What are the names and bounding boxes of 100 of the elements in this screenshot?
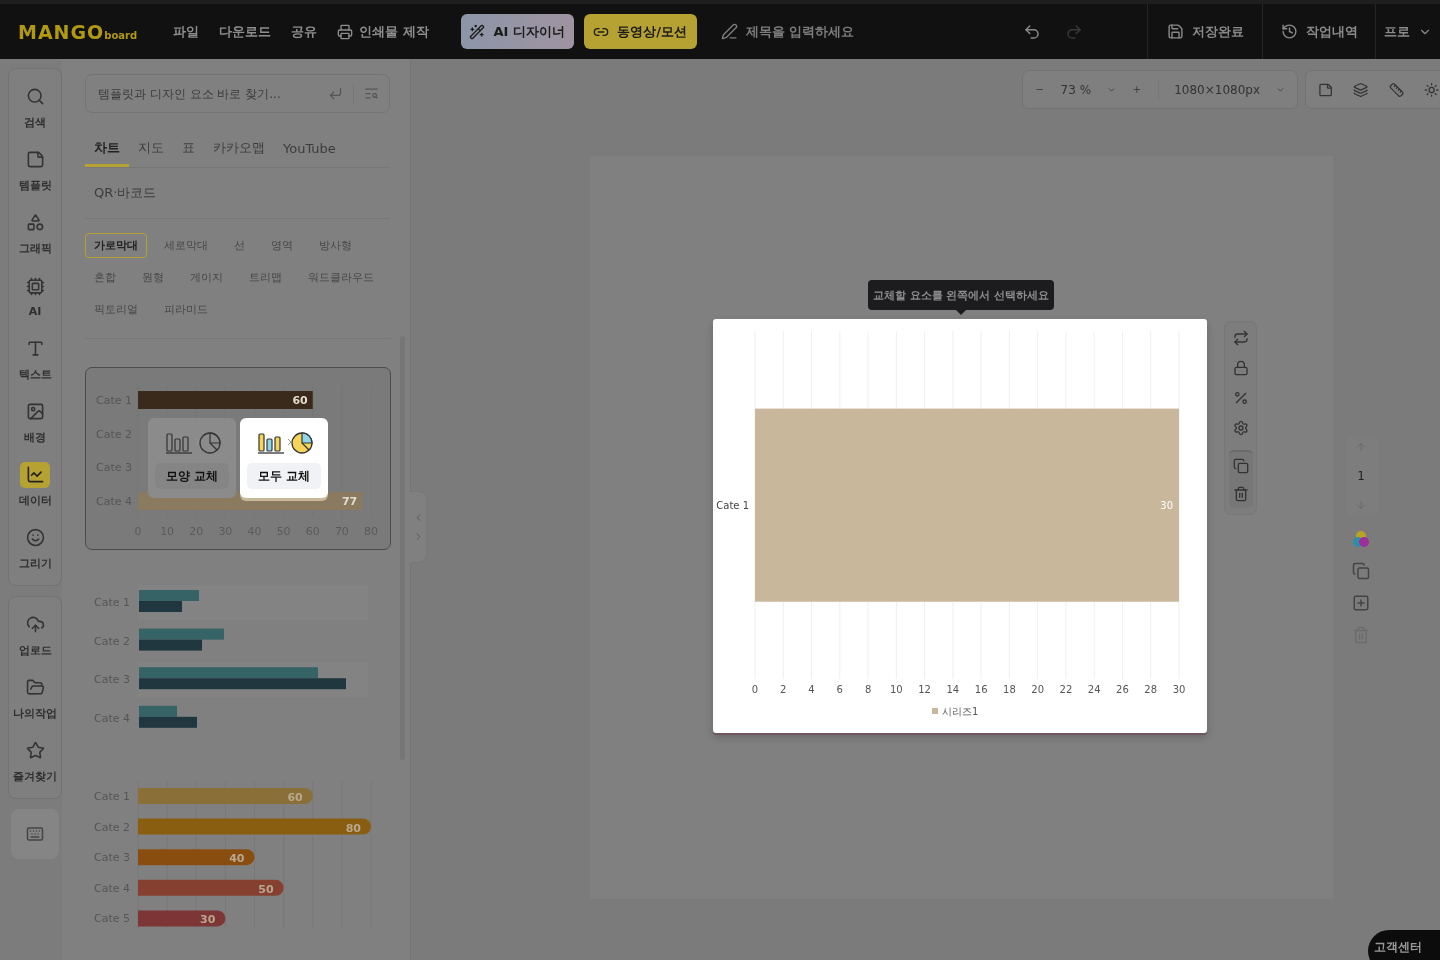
sidebar-item[interactable]: 나의작업	[9, 666, 61, 729]
tab[interactable]: 차트	[85, 135, 129, 167]
sidebar-item[interactable]: 텍스트	[9, 327, 61, 390]
chart-element[interactable]: 0 2 4 6 8 10 12 14 16 18 20 22 24 26 28 30 Cate 1 30 시리즈1	[713, 319, 1207, 733]
keyboard-button[interactable]	[11, 809, 59, 859]
ruler-icon[interactable]	[1388, 80, 1404, 99]
zoom-value[interactable]: 73 %	[1060, 82, 1092, 97]
sidebar-icon	[25, 678, 45, 697]
help-center-button[interactable]: 고객센터	[1368, 930, 1440, 960]
panel-collapse-handle[interactable]	[410, 491, 427, 563]
sidebar-icon	[25, 615, 45, 634]
chart-bar	[139, 601, 182, 612]
tab[interactable]: 지도	[129, 135, 173, 167]
logo[interactable]: MANGO board	[18, 20, 138, 43]
bar-value-label: 80	[345, 821, 361, 835]
trash-icon[interactable]	[1232, 486, 1249, 502]
sidebar-icon	[25, 150, 45, 169]
axis-tick-label: 14	[946, 684, 960, 695]
bar-value-label: 77	[341, 495, 358, 509]
tab[interactable]: 카카오맵	[204, 135, 274, 167]
bar-to-pie-icon	[255, 430, 313, 456]
search-field[interactable]: 템플릿과 디자인 요소 바로 찾기...	[96, 85, 318, 102]
search-bar[interactable]: 템플릿과 디자인 요소 바로 찾기...	[85, 74, 390, 113]
lock-icon[interactable]	[1232, 360, 1249, 376]
category-label: Cate 1	[716, 500, 749, 511]
sidebar-item[interactable]: 템플릿	[9, 138, 61, 201]
bar-value-label: 30	[1160, 500, 1173, 511]
sidebar-icon	[25, 87, 45, 106]
tab[interactable]: QR·바코드	[85, 180, 166, 212]
tab[interactable]: YouTube	[274, 135, 345, 167]
sun-icon[interactable]	[1423, 80, 1439, 99]
undo-button[interactable]	[1022, 22, 1041, 41]
enter-icon[interactable]	[328, 86, 343, 101]
save-icon	[1166, 23, 1184, 40]
axis-tick-label: 12	[918, 684, 931, 695]
axis-tick-label: 4	[808, 684, 815, 695]
pen-icon	[720, 23, 738, 40]
sidebar-item[interactable]: 데이터	[9, 453, 61, 516]
keyboard-icon	[26, 825, 44, 843]
replace-option[interactable]: 모두 교체	[240, 418, 328, 498]
bar-to-pie-icon	[163, 430, 221, 456]
menu-item[interactable]: 공유	[281, 22, 328, 41]
sidebar-icon	[25, 339, 45, 358]
chart-bar	[139, 639, 202, 651]
sidebar-icon	[25, 528, 45, 547]
chart-type-chip[interactable]: 가로막대	[85, 233, 147, 258]
color-circles-icon[interactable]	[1352, 530, 1370, 548]
sidebar-icon	[25, 741, 45, 760]
menu-item[interactable]: 인쇄물 제작	[327, 22, 439, 41]
settings-icon[interactable]	[1232, 420, 1249, 436]
tooltip: 교체할 요소를 왼쪽에서 선택하세요	[868, 280, 1054, 310]
add-page-icon[interactable]	[1352, 594, 1370, 612]
copy-icon[interactable]	[1352, 562, 1370, 580]
axis-tick-label: 6	[836, 684, 843, 695]
axis-tick-label: 2	[780, 684, 787, 695]
menu-item[interactable]: 다운로드	[209, 22, 282, 41]
chart-type-chip[interactable]: 방사형	[310, 233, 361, 258]
legend-label: 시리즈1	[942, 706, 979, 717]
axis-tick-label: 8	[864, 684, 872, 695]
tooltip-pointer	[956, 310, 966, 315]
search-list-icon[interactable]	[364, 86, 379, 101]
sidebar-item[interactable]: 그래픽	[9, 201, 61, 264]
tab[interactable]: 표	[173, 135, 204, 167]
axis-tick-label: 28	[1144, 684, 1158, 695]
plan-button[interactable]: 프로	[1375, 4, 1440, 59]
chart-bar	[139, 590, 199, 601]
printer-icon	[337, 23, 354, 40]
bar-value-label: 30	[200, 913, 216, 927]
history-button[interactable]: 작업내역	[1262, 4, 1375, 59]
sidebar-icon	[25, 402, 45, 421]
swap-icon[interactable]	[1232, 330, 1249, 346]
menu-item[interactable]: 파일	[163, 22, 210, 41]
sidebar-item[interactable]: 검색	[9, 75, 61, 138]
axis-tick-label: 10	[889, 684, 903, 695]
bar-value-label: 60	[287, 791, 303, 804]
replace-option[interactable]: 모양 교체	[148, 418, 236, 498]
canvas-size[interactable]: 1080×1080px	[1174, 82, 1261, 97]
axis-tick-label: 22	[1059, 684, 1073, 695]
sidebar-item[interactable]: AI	[9, 264, 61, 327]
history-icon	[1280, 23, 1298, 40]
video-motion-button[interactable]: 동영상/모션	[583, 14, 697, 49]
axis-tick-label: 26	[1116, 684, 1129, 695]
magic-wand-icon	[469, 23, 486, 40]
layers-icon[interactable]	[1353, 80, 1369, 99]
bar-value-label: 40	[229, 852, 245, 866]
save-status-button[interactable]: 저장완료	[1147, 4, 1262, 59]
axis-tick-label: 18	[1003, 684, 1016, 695]
page-number: 1	[1357, 469, 1365, 483]
axis-tick-label: 0	[751, 684, 759, 695]
sidebar-item[interactable]: 즐겨찾기	[9, 729, 61, 792]
sidebar-item[interactable]: 배경	[9, 390, 61, 453]
percent-icon[interactable]	[1232, 390, 1249, 406]
bar-value-label: 50	[258, 882, 274, 896]
axis-tick-label: 20	[1031, 684, 1045, 695]
axis-tick-label: 30	[1172, 684, 1186, 695]
sidebar-item[interactable]: 그리기	[9, 516, 61, 579]
ai-designer-button[interactable]: AI 디자이너	[460, 14, 574, 49]
title-field[interactable]: 제목을 입력하세요	[720, 22, 991, 41]
copy-icon[interactable]	[1232, 458, 1249, 474]
sidebar-item[interactable]: 업로드	[9, 603, 61, 666]
